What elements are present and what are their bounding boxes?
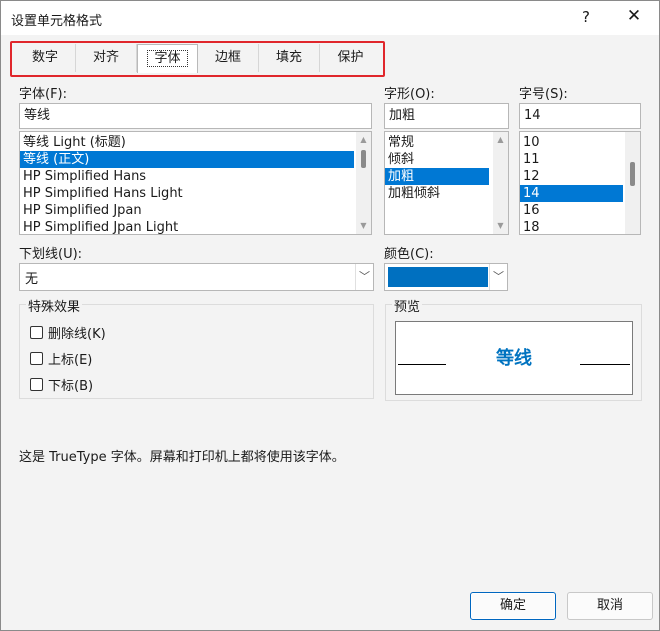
preview-baseline-right xyxy=(580,364,630,365)
font-list-scrollbar[interactable]: ▲ ▼ xyxy=(356,132,371,234)
tab-border[interactable]: 边框 xyxy=(198,44,259,72)
preview-text: 等线 xyxy=(496,348,532,369)
help-icon[interactable]: ? xyxy=(575,6,597,28)
tab-font[interactable]: 字体 xyxy=(137,44,198,73)
scroll-down-icon[interactable]: ▼ xyxy=(356,219,371,233)
list-item-selected[interactable]: 加粗 xyxy=(385,168,489,185)
underline-label: 下划线(U): xyxy=(19,247,83,262)
strikethrough-option[interactable]: 删除线(K) xyxy=(30,323,106,342)
effects-group: 特殊效果 删除线(K) 上标(E) 下标(B) xyxy=(19,296,374,399)
underline-select[interactable]: 无 ﹀ xyxy=(19,263,374,291)
list-item-selected[interactable]: 等线 (正文) xyxy=(20,151,354,168)
list-item[interactable]: HP Simplified Hans Light xyxy=(20,185,371,202)
superscript-label: 上标(E) xyxy=(48,352,93,368)
tab-protection[interactable]: 保护 xyxy=(320,44,381,72)
list-item[interactable]: 12 xyxy=(520,168,640,185)
title-bar: 设置单元格格式 ? ✕ xyxy=(1,1,659,35)
list-item[interactable]: 11 xyxy=(520,151,640,168)
strikethrough-label: 删除线(K) xyxy=(48,326,106,342)
list-item[interactable]: 16 xyxy=(520,202,640,219)
subscript-checkbox[interactable] xyxy=(30,377,43,391)
chevron-down-icon[interactable]: ﹀ xyxy=(355,264,373,290)
tab-alignment[interactable]: 对齐 xyxy=(76,44,137,72)
size-input[interactable]: 14 xyxy=(519,103,641,129)
size-label: 字号(S): xyxy=(519,87,568,102)
subscript-label: 下标(B) xyxy=(48,378,94,394)
font-list[interactable]: 等线 Light (标题) 等线 (正文) HP Simplified Hans… xyxy=(19,131,372,235)
ok-button[interactable]: 确定 xyxy=(470,592,556,620)
scroll-thumb[interactable] xyxy=(630,162,635,186)
list-item[interactable]: 18 xyxy=(520,219,640,234)
font-info-text: 这是 TrueType 字体。屏幕和打印机上都将使用该字体。 xyxy=(19,450,345,465)
font-input[interactable]: 等线 xyxy=(19,103,372,129)
scroll-up-icon[interactable]: ▲ xyxy=(356,133,371,147)
superscript-checkbox[interactable] xyxy=(30,351,43,365)
style-list[interactable]: 常规 倾斜 加粗 加粗倾斜 ▲ ▼ xyxy=(384,131,509,235)
list-item-selected[interactable]: 14 xyxy=(520,185,623,202)
size-list-scrollbar[interactable] xyxy=(625,132,640,234)
dialog-title: 设置单元格格式 xyxy=(11,14,103,29)
list-item[interactable]: 常规 xyxy=(385,134,508,151)
list-item[interactable]: 加粗倾斜 xyxy=(385,185,508,202)
style-label: 字形(O): xyxy=(384,87,435,102)
chevron-down-icon[interactable]: ﹀ xyxy=(489,264,507,290)
scroll-thumb[interactable] xyxy=(361,150,366,168)
subscript-option[interactable]: 下标(B) xyxy=(30,375,94,394)
color-label: 颜色(C): xyxy=(384,247,434,262)
list-item[interactable]: 倾斜 xyxy=(385,151,508,168)
tab-number[interactable]: 数字 xyxy=(15,44,76,72)
underline-value: 无 xyxy=(25,272,39,287)
strikethrough-checkbox[interactable] xyxy=(30,325,43,339)
cancel-button[interactable]: 取消 xyxy=(567,592,653,620)
list-item[interactable]: 等线 Light (标题) xyxy=(20,134,371,151)
preview-group-label: 预览 xyxy=(392,296,423,315)
list-item[interactable]: HP Simplified Jpan xyxy=(20,202,371,219)
color-swatch xyxy=(388,267,488,287)
color-picker[interactable]: ﹀ xyxy=(384,263,508,291)
scroll-up-icon[interactable]: ▲ xyxy=(493,133,508,147)
style-list-scrollbar[interactable]: ▲ ▼ xyxy=(493,132,508,234)
list-item[interactable]: HP Simplified Hans xyxy=(20,168,371,185)
font-label: 字体(F): xyxy=(19,87,68,102)
format-cells-dialog: 设置单元格格式 ? ✕ 数字 对齐 字体 边框 填充 保护 字体(F): 等线 … xyxy=(0,0,660,631)
tab-strip: 数字 对齐 字体 边框 填充 保护 xyxy=(15,44,381,74)
preview-box: 等线 xyxy=(395,321,633,395)
close-icon[interactable]: ✕ xyxy=(623,5,645,27)
size-list[interactable]: 10 11 12 14 16 18 xyxy=(519,131,641,235)
list-item[interactable]: 10 xyxy=(520,134,640,151)
effects-group-label: 特殊效果 xyxy=(26,296,83,315)
scroll-down-icon[interactable]: ▼ xyxy=(493,219,508,233)
superscript-option[interactable]: 上标(E) xyxy=(30,349,93,368)
tab-fill[interactable]: 填充 xyxy=(259,44,320,72)
style-input[interactable]: 加粗 xyxy=(384,103,509,129)
list-item[interactable]: HP Simplified Jpan Light xyxy=(20,219,371,234)
